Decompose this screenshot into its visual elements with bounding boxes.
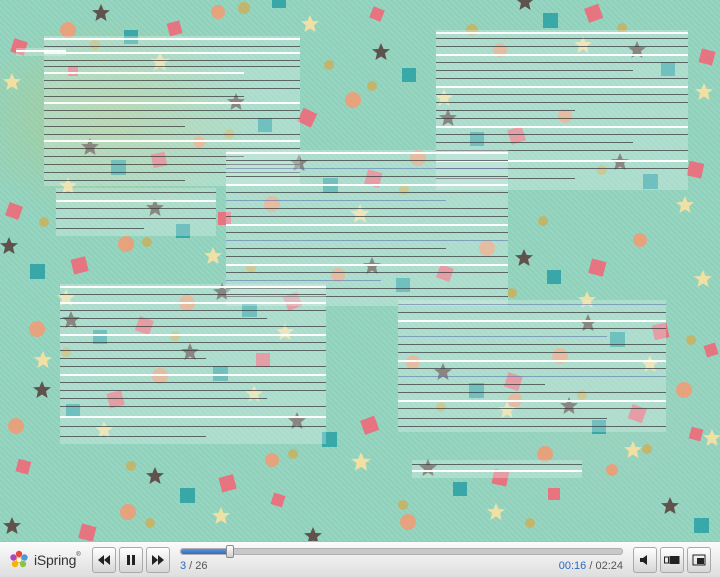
content-block-4: [226, 150, 508, 306]
seek-bar[interactable]: [180, 545, 623, 558]
seek-handle[interactable]: [225, 545, 234, 558]
layout-button[interactable]: [660, 547, 684, 573]
fullscreen-button[interactable]: [687, 547, 711, 573]
playback-time: 00:16 / 02:24: [559, 560, 623, 572]
seek-bar-fill: [181, 549, 230, 554]
next-button[interactable]: [146, 547, 170, 573]
pause-button[interactable]: [119, 547, 143, 573]
time-current: 00:16: [558, 560, 587, 572]
layout-icon: [664, 556, 680, 564]
volume-icon: [640, 555, 647, 565]
slide-canvas: [0, 0, 720, 541]
slide-separator: /: [186, 560, 196, 572]
slide-total: 26: [195, 560, 208, 572]
ispring-flower-icon: [10, 550, 28, 568]
volume-button[interactable]: [633, 547, 657, 573]
fullscreen-icon: [692, 554, 706, 566]
previous-button[interactable]: [92, 547, 116, 573]
content-block-5: [60, 284, 326, 444]
content-block-6: [398, 300, 666, 432]
slide-counter: 3 / 26: [180, 560, 208, 572]
content-block-3: [56, 188, 216, 236]
content-block-7: [412, 460, 582, 478]
time-total: 02:24: [595, 560, 623, 572]
pause-icon: [127, 555, 135, 565]
rewind-icon: [98, 555, 110, 565]
fast-forward-icon: [152, 555, 164, 565]
content-block-8: [16, 48, 66, 56]
ispring-logo: iSpring®: [8, 550, 81, 570]
logo-text: iSpring®: [34, 552, 81, 568]
